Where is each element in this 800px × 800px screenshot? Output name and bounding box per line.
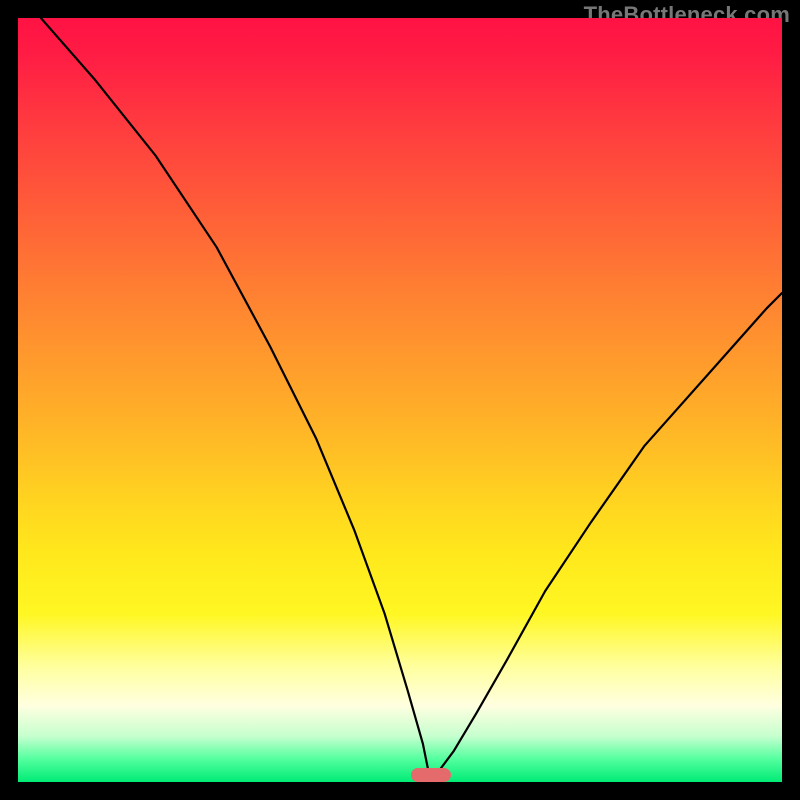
- chart-frame: TheBottleneck.com: [0, 0, 800, 800]
- bottleneck-curve: [18, 18, 782, 782]
- curve-right-branch: [431, 293, 782, 782]
- curve-left-branch: [41, 18, 431, 782]
- chart-plot: [18, 18, 782, 782]
- minimum-marker: [411, 768, 451, 782]
